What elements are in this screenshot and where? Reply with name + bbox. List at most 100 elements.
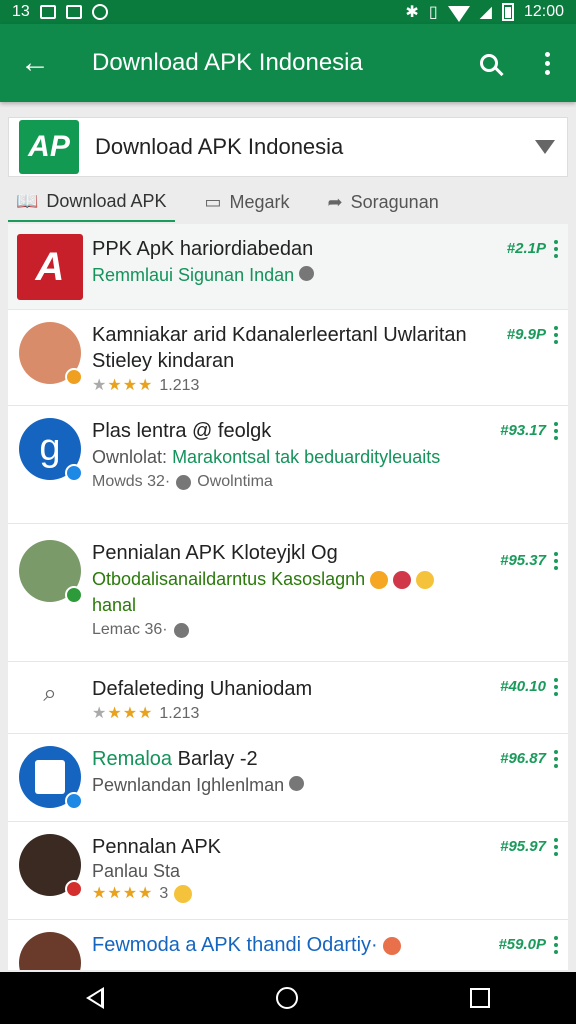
globe-icon: [299, 266, 315, 281]
battery-icon: [501, 3, 514, 21]
chat-icon: ▭: [204, 191, 222, 212]
tab-label: Megark: [229, 191, 290, 212]
app-icon: [19, 834, 83, 898]
app-bar: ← Download APK Indonesia: [0, 24, 576, 102]
vibrate-icon: ▯: [428, 4, 438, 21]
item-subtitle: Otbodalisanaildarntus Kasoslagnh: [92, 566, 508, 592]
item-more-icon[interactable]: [554, 326, 558, 344]
item-price: #96.87: [500, 750, 546, 767]
list-item[interactable]: g Plas lentra @ feolgk Ownlolat: Marakon…: [8, 406, 568, 524]
item-meta: Lemac 36·: [92, 618, 508, 642]
verified-badge-icon: [65, 464, 83, 482]
item-more-icon[interactable]: [554, 838, 558, 856]
app-icon: g: [19, 418, 83, 482]
item-title: Plas lentra @ feolgk: [92, 420, 272, 442]
verified-badge-icon: [65, 368, 83, 386]
item-price: #40.10: [500, 678, 546, 695]
search-button[interactable]: [460, 24, 518, 102]
tab-soragunan[interactable]: ➦ Soragunan: [320, 182, 447, 222]
star-rating-icon: ★★★★: [92, 885, 154, 902]
item-more-icon[interactable]: [554, 678, 558, 696]
tab-megark[interactable]: ▭ Megark: [197, 182, 298, 222]
item-title: Remaloa Barlay -2: [92, 748, 258, 770]
item-rating: ★★★★ 3: [92, 882, 508, 906]
list-item[interactable]: Remaloa Barlay -2 Pewnlandan Ighlenlman …: [8, 734, 568, 822]
book-icon: 📖: [16, 190, 39, 211]
smile-emoji-icon: [174, 885, 193, 903]
item-rating: ★★★★ 1.213: [92, 702, 508, 726]
globe-icon: [176, 474, 192, 490]
item-subtitle: Panlau Sta: [92, 861, 181, 881]
item-price: #95.37: [500, 552, 546, 569]
image-icon: [65, 5, 82, 19]
back-arrow-icon[interactable]: ←: [0, 24, 70, 102]
item-meta: Mowds 32· Owolntima: [92, 473, 273, 490]
status-bar: 13 ✱ ▯ ◢ 12:00: [0, 0, 576, 24]
item-price: #2.1P: [506, 240, 546, 257]
item-price: #59.0P: [498, 936, 546, 953]
share-arrow-icon: ➦: [327, 191, 343, 212]
star-rating-icon: ★★★★: [92, 705, 154, 722]
app-icon: [19, 746, 83, 810]
nav-back-icon[interactable]: [86, 987, 104, 1009]
item-title: PPK ApK hariordiabedan: [92, 238, 314, 260]
item-subtitle: Ownlolat: Marakontsal tak beduardityleua…: [92, 447, 441, 467]
tab-download-apk[interactable]: 📖 Download APK: [8, 182, 175, 222]
tab-bar: 📖 Download APK ▭ Megark ➦ Soragunan: [8, 182, 568, 222]
nav-home-icon[interactable]: [276, 987, 298, 1009]
tab-label: Soragunan: [350, 191, 439, 212]
item-subtitle-cont: hanal: [92, 595, 137, 615]
app-bar-title: Download APK Indonesia: [92, 49, 363, 76]
status-left-text: 13: [12, 3, 30, 20]
item-title: Pennialan APK Kloteyjkl Og: [92, 542, 338, 564]
emoji-icon: [383, 936, 402, 955]
app-icon: [19, 540, 83, 604]
verified-badge-icon: [65, 880, 83, 898]
signal-icon: ◢: [479, 4, 492, 21]
item-title: Fewmoda a APK thandi Odartiy·: [92, 932, 508, 958]
item-more-icon[interactable]: [554, 552, 558, 570]
alarm-icon: [91, 4, 108, 20]
star-emoji-icon: [370, 571, 389, 590]
item-more-icon[interactable]: [554, 750, 558, 768]
smile-emoji-icon: [416, 571, 435, 590]
app-icon: A: [17, 234, 83, 300]
item-price: #93.17: [500, 422, 546, 439]
list-item[interactable]: Fewmoda a APK thandi Odartiy· #59.0P: [8, 920, 568, 970]
item-more-icon[interactable]: [554, 936, 558, 954]
face-emoji-icon: [393, 571, 412, 590]
item-price: #95.97: [500, 838, 546, 855]
bluetooth-icon: ✱: [405, 4, 419, 21]
item-rating: ★★★★ 1.213: [92, 374, 508, 398]
verified-badge-icon: [65, 792, 83, 810]
list-item[interactable]: Pennialan APK Kloteyjkl Og Otbodalisanai…: [8, 524, 568, 662]
navigation-bar: [0, 972, 576, 1024]
wifi-icon: [447, 6, 470, 22]
item-more-icon[interactable]: [554, 422, 558, 440]
item-more-icon[interactable]: [554, 240, 558, 258]
list-item[interactable]: A PPK ApK hariordiabedan Remmlaui Siguna…: [8, 224, 568, 310]
item-subtitle: Remmlaui Sigunan Indan: [92, 262, 508, 288]
chevron-down-icon[interactable]: [523, 140, 567, 154]
star-rating-icon: ★★★★: [92, 377, 154, 394]
tab-label: Download APK: [46, 190, 167, 211]
status-time: 12:00: [523, 3, 564, 20]
more-vert-icon[interactable]: [518, 24, 576, 102]
list-item[interactable]: ⌕ Defaleteding Uhaniodam ★★★★ 1.213 #40.…: [8, 662, 568, 734]
item-subtitle: Pewnlandan Ighlenlman: [92, 772, 508, 798]
list-item[interactable]: Pennalan APK Panlau Sta ★★★★ 3 #95.97: [8, 822, 568, 920]
verified-badge-icon: [65, 586, 83, 604]
globe-icon: [289, 776, 305, 791]
item-title: Kamniakar arid Kdanalerleertanl Uwlarita…: [92, 324, 467, 372]
source-selector[interactable]: AP Download APK Indonesia: [8, 117, 568, 177]
item-title: Pennalan APK: [92, 836, 221, 858]
globe-icon: [173, 622, 189, 638]
item-title: Defaleteding Uhaniodam: [92, 678, 313, 700]
nav-recents-icon[interactable]: [470, 988, 490, 1008]
grid-icon: [39, 5, 56, 19]
list-item[interactable]: Kamniakar arid Kdanalerleertanl Uwlarita…: [8, 310, 568, 406]
app-list: A PPK ApK hariordiabedan Remmlaui Siguna…: [8, 224, 568, 970]
search-icon: [480, 54, 498, 72]
item-price: #9.9P: [506, 326, 546, 343]
app-icon: [19, 322, 83, 386]
